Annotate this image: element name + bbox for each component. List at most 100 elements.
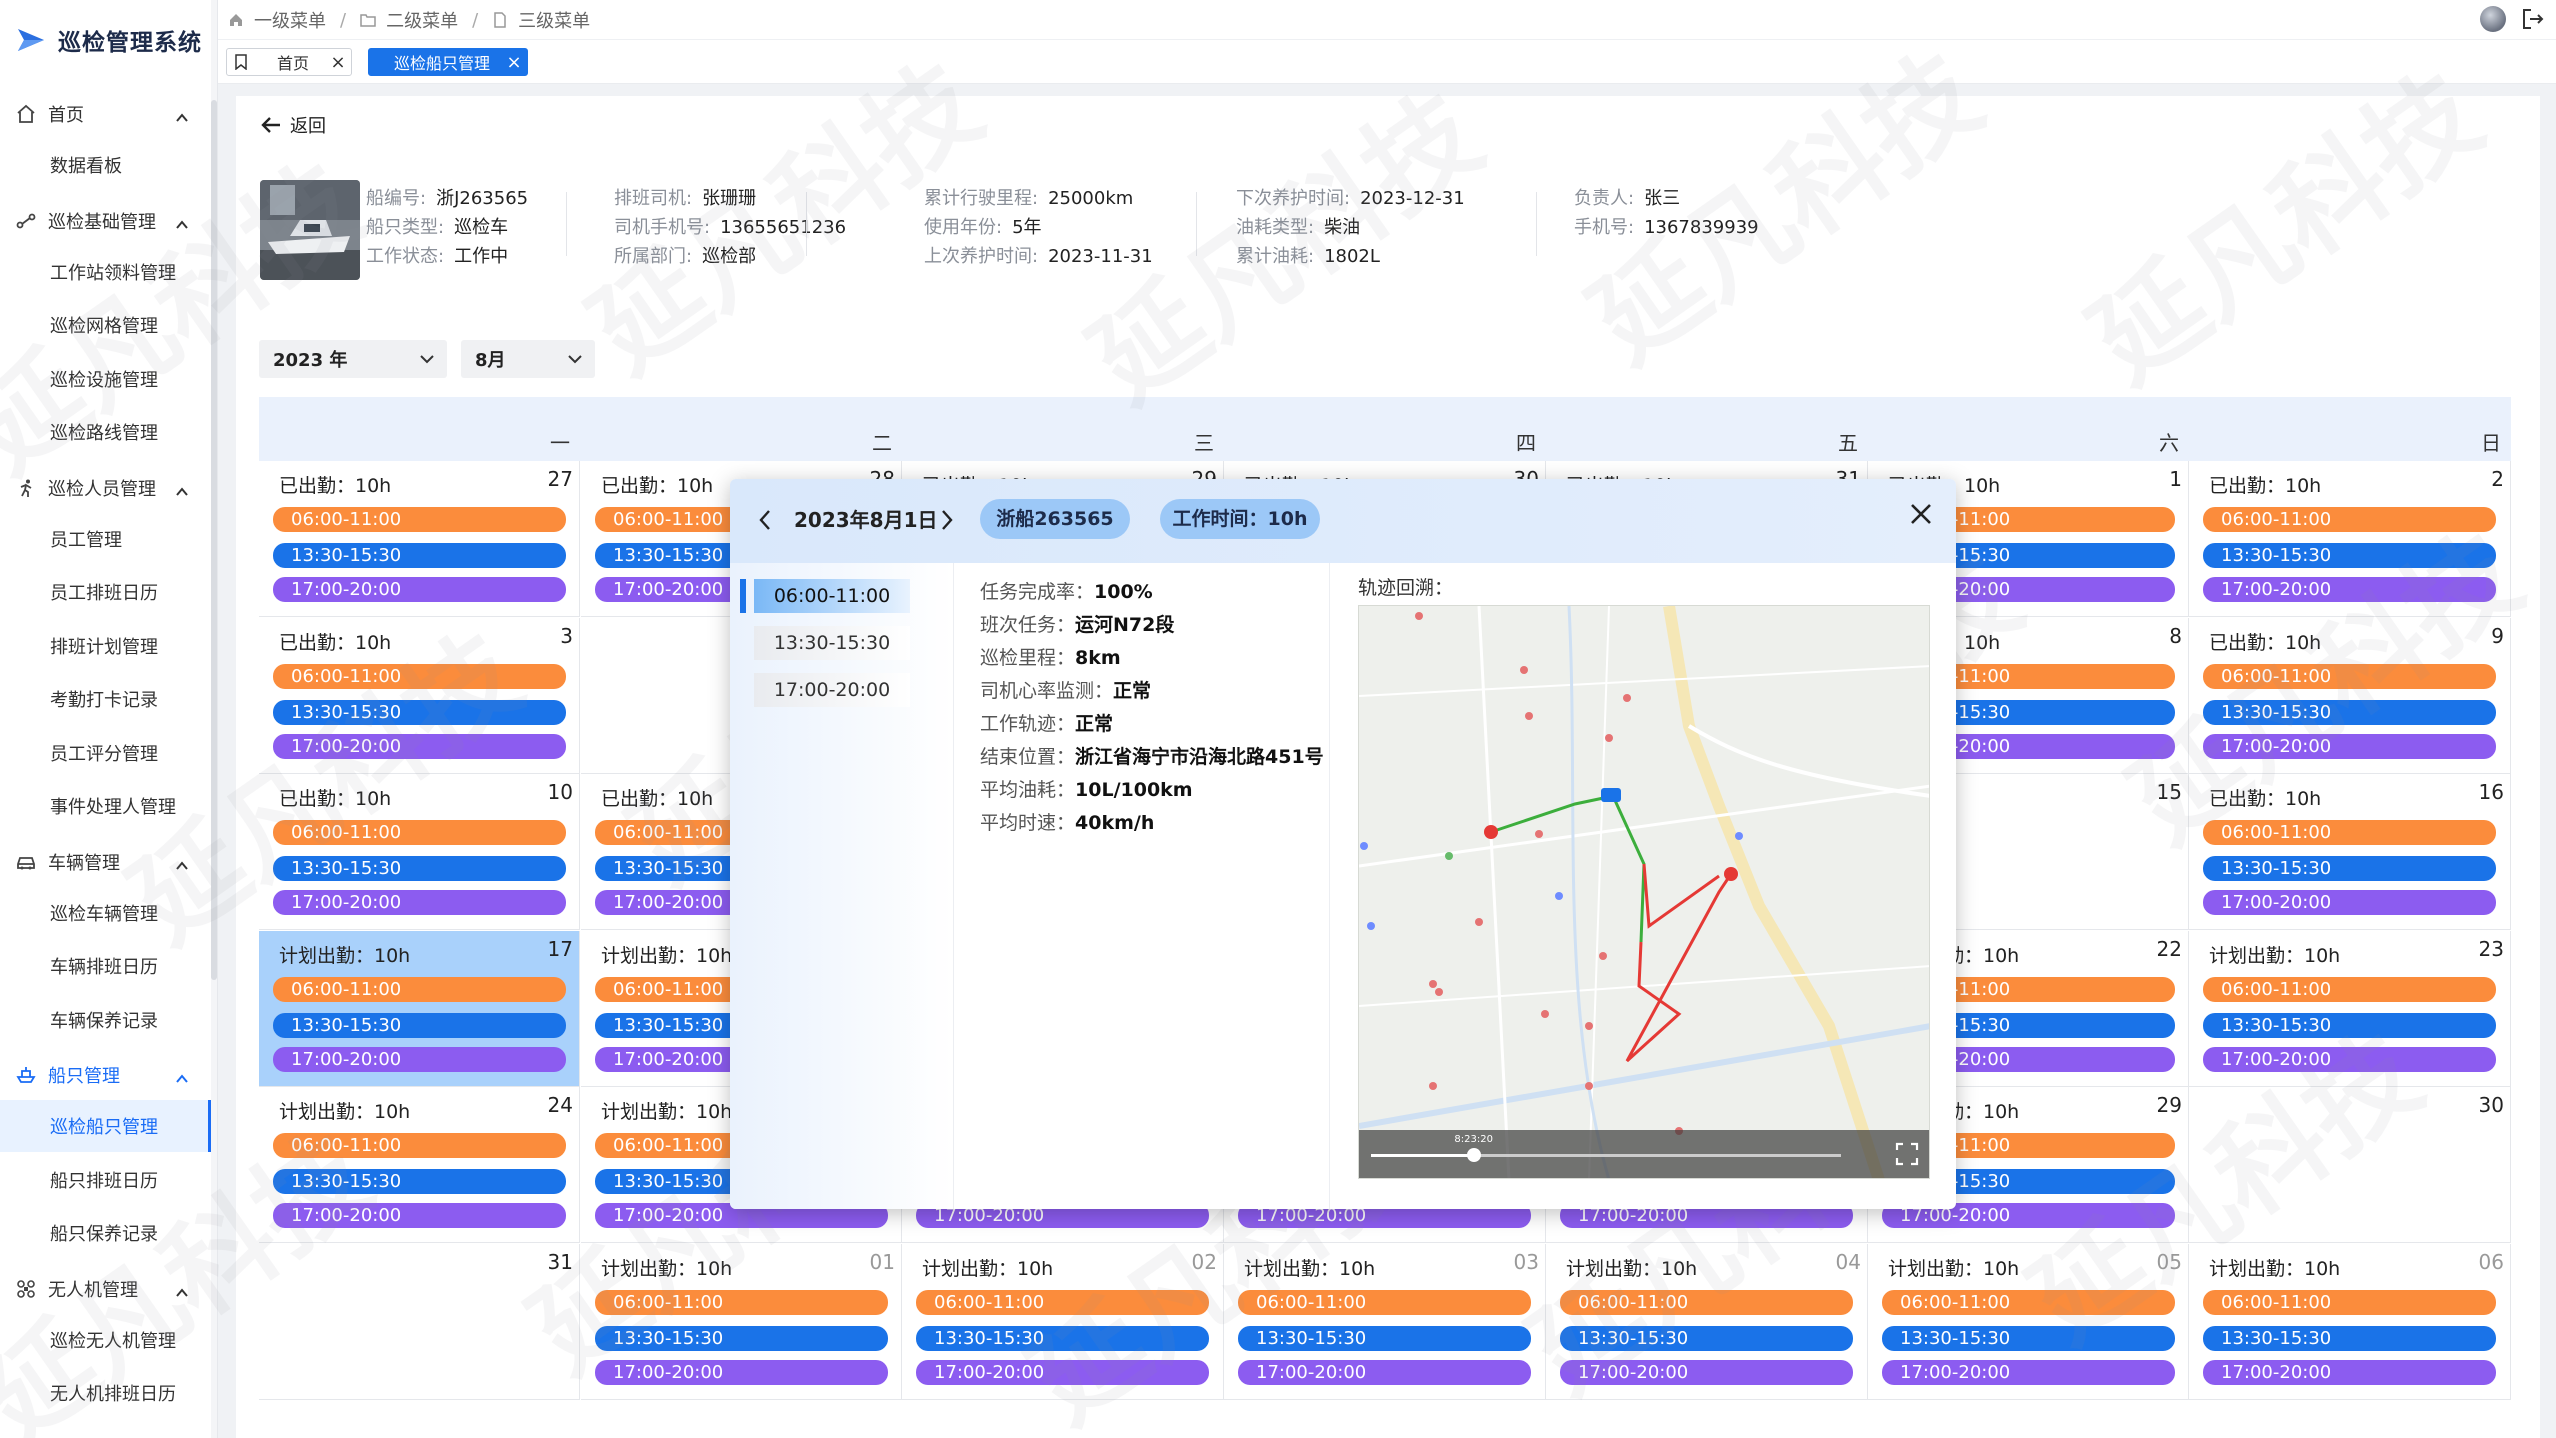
shift-bar[interactable]: 17:00-20:00 [273, 1203, 566, 1228]
sidebar-item[interactable]: 员工排班日历 [0, 566, 212, 618]
close-icon[interactable]: × [329, 52, 347, 73]
calendar-day-cell[interactable]: 计划出勤：10h 04 06:00-11:00 13:30-15:30 17:00-20… [1546, 1243, 1868, 1400]
shift-bar[interactable]: 13:30-15:30 [273, 1169, 566, 1194]
calendar-day-cell[interactable]: 已出勤：10h 3 06:00-11:00 13:30-15:30 17:00-20:0… [259, 617, 580, 774]
shift-bar[interactable]: 17:00-20:00 [2203, 733, 2496, 759]
shift-bar[interactable]: 06:00-11:00 [273, 1133, 566, 1158]
sidebar-item[interactable]: 车辆排班日历 [0, 940, 212, 992]
shift-bar[interactable]: 13:30-15:30 [2203, 856, 2496, 881]
shift-bar[interactable]: 06:00-11:00 [273, 820, 566, 845]
user-avatar[interactable] [2480, 6, 2506, 32]
calendar-day-cell[interactable]: 计划出勤：10h 03 06:00-11:00 13:30-15:30 17:00-20… [1224, 1243, 1546, 1400]
breadcrumb-level1[interactable]: 一级菜单 [254, 7, 326, 33]
sidebar-item[interactable]: 车辆保养记录 [0, 994, 212, 1046]
shift-bar[interactable]: 06:00-11:00 [273, 507, 566, 532]
map-canvas[interactable] [1359, 606, 1930, 1179]
shift-bar[interactable]: 06:00-11:00 [2203, 507, 2496, 532]
shift-bar[interactable]: 13:30-15:30 [2203, 1325, 2496, 1351]
calendar-day-cell[interactable]: 已出勤：10h 9 06:00-11:00 13:30-15:30 17:00-20:0… [2189, 617, 2511, 774]
shift-bar[interactable]: 13:30-15:30 [273, 856, 566, 881]
shift-bar[interactable]: 06:00-11:00 [2203, 663, 2496, 689]
sidebar-group-3[interactable]: 车辆管理 [0, 842, 212, 882]
tab-home[interactable]: 首页 × [226, 48, 352, 76]
sidebar-scrollbar[interactable] [211, 0, 217, 1438]
shift-bar[interactable]: 13:30-15:30 [273, 1012, 566, 1038]
shift-bar[interactable]: 13:30-15:30 [1560, 1325, 1853, 1351]
time-slot[interactable]: 06:00-11:00 [740, 579, 910, 613]
year-select[interactable]: 2023 年 [259, 340, 447, 378]
shift-bar[interactable]: 17:00-20:00 [2203, 1359, 2496, 1385]
shift-bar[interactable]: 13:30-15:30 [1238, 1325, 1531, 1351]
sidebar-item[interactable]: 巡检网格管理 [0, 299, 212, 351]
shift-bar[interactable]: 13:30-15:30 [2203, 699, 2496, 725]
shift-bar[interactable]: 06:00-11:00 [2203, 976, 2496, 1002]
shift-bar[interactable]: 13:30-15:30 [273, 699, 566, 725]
sidebar-item[interactable]: 排班计划管理 [0, 620, 212, 672]
chevron-up-icon[interactable] [176, 856, 188, 870]
shift-bar[interactable]: 17:00-20:00 [273, 1046, 566, 1072]
sidebar-item[interactable]: 巡检无人机管理 [0, 1314, 212, 1366]
chevron-up-icon[interactable] [176, 1069, 188, 1083]
shift-bar[interactable]: 17:00-20:00 [2203, 577, 2496, 602]
shift-bar[interactable]: 13:30-15:30 [2203, 543, 2496, 568]
calendar-day-cell[interactable]: 计划出勤：10h 23 06:00-11:00 13:30-15:30 17:00-20… [2189, 930, 2511, 1087]
sidebar-group-4[interactable]: 船只管理 [0, 1055, 212, 1095]
shift-bar[interactable]: 13:30-15:30 [595, 1325, 888, 1351]
shift-bar[interactable]: 17:00-20:00 [273, 733, 566, 759]
calendar-day-cell[interactable]: 30 [2189, 1087, 2511, 1243]
sidebar-group-0[interactable]: 首页 [0, 94, 212, 134]
shift-bar[interactable]: 06:00-11:00 [2203, 820, 2496, 845]
shift-bar[interactable]: 06:00-11:00 [916, 1289, 1209, 1315]
shift-bar[interactable]: 06:00-11:00 [1882, 1289, 2175, 1315]
calendar-day-cell[interactable]: 计划出勤：10h 06 06:00-11:00 13:30-15:30 17:00-20… [2189, 1243, 2511, 1400]
sidebar-group-5[interactable]: 无人机管理 [0, 1269, 212, 1309]
calendar-day-cell[interactable]: 计划出勤：10h 05 06:00-11:00 13:30-15:30 17:00-20… [1868, 1243, 2189, 1400]
shift-bar[interactable]: 06:00-11:00 [273, 976, 566, 1002]
sidebar-item[interactable]: 巡检设施管理 [0, 353, 212, 405]
shift-bar[interactable]: 17:00-20:00 [1882, 1359, 2175, 1385]
chevron-up-icon[interactable] [176, 108, 188, 122]
sidebar-item[interactable]: 船只排班日历 [0, 1154, 212, 1206]
shift-bar[interactable]: 06:00-11:00 [273, 663, 566, 689]
sidebar-group-2[interactable]: 巡检人员管理 [0, 468, 212, 508]
shift-bar[interactable]: 17:00-20:00 [273, 890, 566, 915]
shift-bar[interactable]: 17:00-20:00 [273, 577, 566, 602]
tab-ship-management[interactable]: 巡检船只管理 × [368, 48, 528, 76]
shift-bar[interactable]: 17:00-20:00 [595, 1359, 888, 1385]
calendar-day-cell[interactable]: 已出勤：10h 10 06:00-11:00 13:30-15:30 17:00-20:… [259, 774, 580, 930]
calendar-day-cell[interactable]: 已出勤：10h 16 06:00-11:00 13:30-15:30 17:00-20:… [2189, 774, 2511, 930]
shift-bar[interactable]: 13:30-15:30 [1882, 1325, 2175, 1351]
chevron-right-icon[interactable] [936, 505, 958, 535]
shift-bar[interactable]: 13:30-15:30 [916, 1325, 1209, 1351]
shift-bar[interactable]: 17:00-20:00 [916, 1359, 1209, 1385]
shift-bar[interactable]: 13:30-15:30 [273, 543, 566, 568]
chevron-up-icon[interactable] [176, 1283, 188, 1297]
sidebar-item[interactable]: 数据看板 [0, 139, 212, 191]
shift-bar[interactable]: 17:00-20:00 [1238, 1359, 1531, 1385]
calendar-day-cell[interactable]: 已出勤：10h 2 06:00-11:00 13:30-15:30 17:00-20:0… [2189, 461, 2511, 617]
close-icon[interactable]: × [505, 52, 523, 73]
logout-icon[interactable] [2520, 6, 2546, 32]
calendar-day-cell[interactable]: 已出勤：10h 27 06:00-11:00 13:30-15:30 17:00-20:… [259, 461, 580, 617]
sidebar-item[interactable]: 巡检路线管理 [0, 406, 212, 458]
sidebar-item[interactable]: 船只保养记录 [0, 1207, 212, 1259]
calendar-day-cell[interactable]: 31 [259, 1243, 580, 1400]
sidebar-item[interactable]: 考勤打卡记录 [0, 673, 212, 725]
sidebar-scroll-thumb[interactable] [211, 100, 217, 980]
shift-bar[interactable]: 13:30-15:30 [2203, 1012, 2496, 1038]
shift-bar[interactable]: 06:00-11:00 [1238, 1289, 1531, 1315]
sidebar-item[interactable]: 巡检船只管理 [0, 1100, 212, 1152]
shift-bar[interactable]: 17:00-20:00 [2203, 890, 2496, 915]
shift-bar[interactable]: 06:00-11:00 [595, 1289, 888, 1315]
calendar-day-cell[interactable]: 计划出勤：10h 02 06:00-11:00 13:30-15:30 17:00-20… [902, 1243, 1224, 1400]
close-icon[interactable] [1906, 499, 1936, 529]
shift-bar[interactable]: 17:00-20:00 [1560, 1359, 1853, 1385]
shift-bar[interactable]: 06:00-11:00 [1560, 1289, 1853, 1315]
sidebar-item[interactable]: 员工管理 [0, 513, 212, 565]
shift-bar[interactable]: 17:00-20:00 [2203, 1046, 2496, 1072]
sidebar-group-1[interactable]: 巡检基础管理 [0, 201, 212, 241]
fullscreen-icon[interactable] [1895, 1142, 1919, 1166]
calendar-day-cell[interactable]: 计划出勤：10h 24 06:00-11:00 13:30-15:30 17:00-20… [259, 1087, 580, 1243]
breadcrumb-level2[interactable]: 二级菜单 [386, 7, 458, 33]
shift-bar[interactable]: 06:00-11:00 [2203, 1289, 2496, 1315]
